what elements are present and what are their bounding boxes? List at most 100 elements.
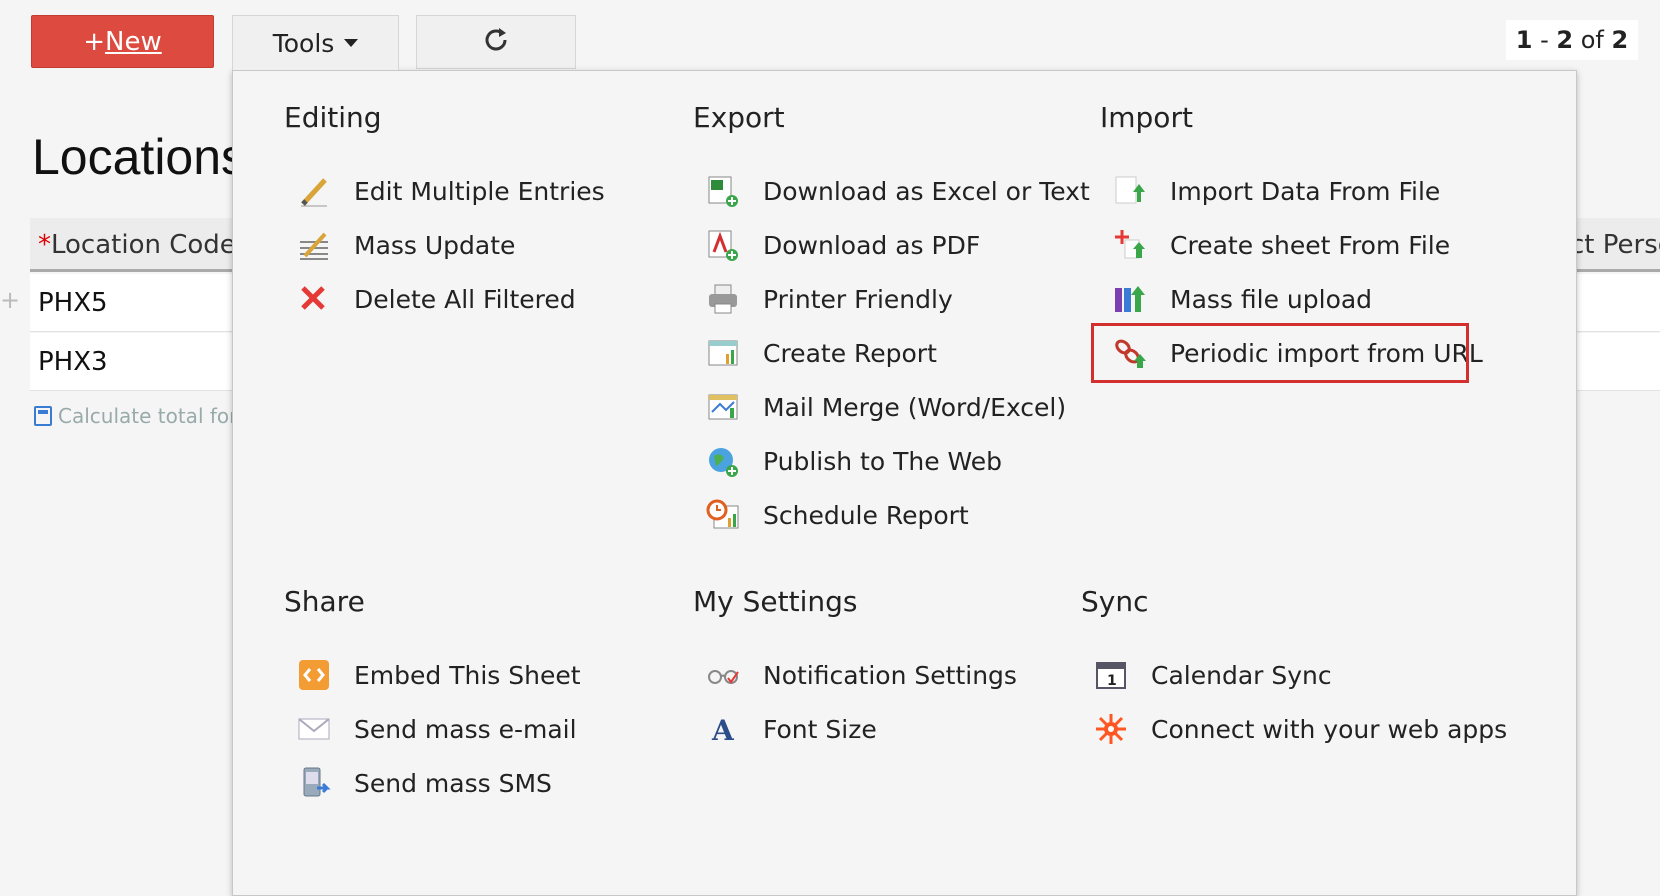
editing-section: Editing Edit Multiple Entries Mass Updat…: [284, 101, 605, 326]
mass-file-upload-item[interactable]: Mass file upload: [1100, 272, 1466, 326]
download-excel-item[interactable]: Download as Excel or Text: [693, 164, 1090, 218]
share-section: Share Embed This Sheet Send mass e-mail …: [284, 585, 581, 810]
new-label: New: [105, 26, 162, 57]
item-label: Calendar Sync: [1151, 660, 1332, 690]
schedule-report-item[interactable]: Schedule Report: [693, 488, 1090, 542]
pager-sep: -: [1532, 26, 1557, 54]
create-sheet-item[interactable]: Create sheet From File: [1100, 218, 1466, 272]
caret-down-icon: [344, 39, 359, 47]
item-label: Send mass e-mail: [354, 714, 577, 744]
item-label: Create Report: [763, 338, 937, 368]
settings-title: My Settings: [693, 585, 858, 618]
tools-button[interactable]: Tools: [232, 15, 399, 70]
font-icon: A: [705, 711, 741, 747]
item-label: Embed This Sheet: [354, 660, 581, 690]
mass-update-item[interactable]: Mass Update: [284, 218, 605, 272]
share-title: Share: [284, 585, 365, 618]
calculator-icon: [34, 406, 52, 426]
new-button[interactable]: + New: [31, 15, 214, 68]
import-data-item[interactable]: Import Data From File: [1100, 164, 1466, 218]
pager: 1 - 2 of 2: [1506, 20, 1638, 60]
svg-text:A: A: [711, 714, 735, 746]
svg-text:1: 1: [1107, 673, 1117, 689]
column-header-label: Location Code: [51, 230, 236, 260]
tools-label: Tools: [272, 28, 335, 58]
refresh-icon: [481, 25, 511, 59]
item-label: Mass file upload: [1170, 284, 1373, 314]
calculate-total-link[interactable]: Calculate total for a: [34, 404, 256, 428]
pager-end: 2: [1556, 26, 1574, 54]
item-label: Periodic import from URL: [1170, 338, 1483, 368]
sync-section: Sync 1 Calendar Sync Connect with your w…: [1081, 585, 1507, 756]
settings-section: My Settings Notification Settings A Font…: [693, 585, 1017, 756]
pdf-download-icon: [705, 227, 741, 263]
embed-sheet-item[interactable]: Embed This Sheet: [284, 648, 581, 702]
sunburst-icon: [1093, 711, 1129, 747]
item-label: Import Data From File: [1170, 176, 1441, 206]
item-label: Create sheet From File: [1170, 230, 1451, 260]
item-label: Printer Friendly: [763, 284, 953, 314]
send-mass-sms-item[interactable]: Send mass SMS: [284, 756, 581, 810]
excel-download-icon: [705, 173, 741, 209]
printer-friendly-item[interactable]: Printer Friendly: [693, 272, 1090, 326]
item-label: Edit Multiple Entries: [354, 176, 605, 206]
item-label: Notification Settings: [763, 660, 1017, 690]
phone-sms-icon: [296, 765, 332, 801]
page-title: Locations: [32, 129, 247, 185]
pencil-icon: [296, 173, 332, 209]
report-icon: [705, 335, 741, 371]
export-title: Export: [693, 101, 785, 134]
item-label: Send mass SMS: [354, 768, 552, 798]
create-sheet-icon: [1112, 227, 1148, 263]
calendar-sync-item[interactable]: 1 Calendar Sync: [1081, 648, 1507, 702]
schedule-icon: [705, 497, 741, 533]
tools-menu: Editing Edit Multiple Entries Mass Updat…: [232, 70, 1577, 896]
item-label: Delete All Filtered: [354, 284, 576, 314]
item-label: Mail Merge (Word/Excel): [763, 392, 1067, 422]
refresh-button[interactable]: [416, 15, 576, 69]
delete-all-filtered-item[interactable]: Delete All Filtered: [284, 272, 605, 326]
import-file-icon: [1112, 173, 1148, 209]
table-cell: PHX3: [38, 347, 108, 377]
font-size-item[interactable]: A Font Size: [693, 702, 1017, 756]
edit-multiple-entries-item[interactable]: Edit Multiple Entries: [284, 164, 605, 218]
item-label: Download as Excel or Text: [763, 176, 1090, 206]
connect-web-apps-item[interactable]: Connect with your web apps: [1081, 702, 1507, 756]
embed-icon: [296, 657, 332, 693]
publish-web-item[interactable]: Publish to The Web: [693, 434, 1090, 488]
glasses-icon: [705, 657, 741, 693]
send-mass-email-item[interactable]: Send mass e-mail: [284, 702, 581, 756]
item-label: Publish to The Web: [763, 446, 1003, 476]
item-label: Connect with your web apps: [1151, 714, 1508, 744]
create-report-item[interactable]: Create Report: [693, 326, 1090, 380]
new-prefix: +: [83, 26, 106, 57]
calendar-icon: 1: [1093, 657, 1129, 693]
editing-title: Editing: [284, 101, 382, 134]
calculate-total-label: Calculate total for a: [58, 404, 256, 428]
column-header-location-code[interactable]: *Location Code: [38, 230, 236, 260]
envelope-icon: [296, 711, 332, 747]
link-import-icon: [1112, 335, 1148, 371]
mail-merge-icon: [705, 389, 741, 425]
delete-icon: [296, 281, 332, 317]
periodic-import-item[interactable]: Periodic import from URL: [1091, 323, 1483, 383]
mass-upload-icon: [1112, 281, 1148, 317]
required-marker: *: [38, 230, 51, 260]
sync-title: Sync: [1081, 585, 1149, 618]
item-label: Download as PDF: [763, 230, 981, 260]
table-cell: PHX5: [38, 288, 108, 318]
add-row-icon[interactable]: +: [0, 286, 20, 314]
item-label: Font Size: [763, 714, 877, 744]
export-section: Export Download as Excel or Text Downloa…: [693, 101, 1090, 542]
item-label: Schedule Report: [763, 500, 969, 530]
import-section: Import Import Data From File Create shee…: [1091, 101, 1483, 383]
pager-of: of: [1573, 26, 1612, 54]
download-pdf-item[interactable]: Download as PDF: [693, 218, 1090, 272]
pager-total: 2: [1611, 26, 1629, 54]
notification-settings-item[interactable]: Notification Settings: [693, 648, 1017, 702]
column-header-contact-person[interactable]: ct Perso: [1570, 230, 1660, 260]
printer-icon: [705, 281, 741, 317]
mass-update-icon: [296, 227, 332, 263]
mail-merge-item[interactable]: Mail Merge (Word/Excel): [693, 380, 1090, 434]
item-label: Mass Update: [354, 230, 516, 260]
